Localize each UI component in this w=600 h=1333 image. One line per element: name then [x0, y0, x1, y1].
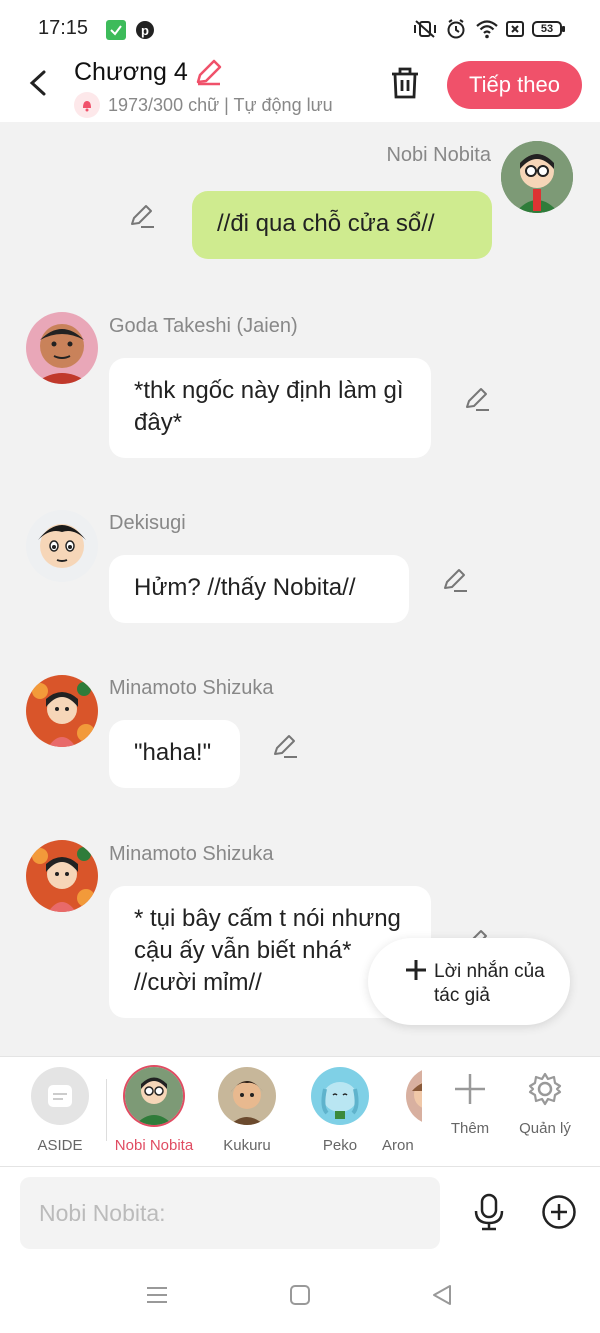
character-kukuru[interactable]: Kukuru	[207, 1067, 287, 1154]
home-icon[interactable]	[289, 1284, 311, 1311]
add-circle-icon	[542, 1195, 576, 1229]
dekisugi-avatar-icon	[26, 510, 98, 582]
avatar	[311, 1067, 369, 1125]
plus-icon	[404, 958, 428, 987]
microphone-button[interactable]	[470, 1193, 508, 1236]
message-bubble: Hửm? //thấy Nobita//	[109, 555, 409, 623]
character-name: Peko	[322, 1137, 358, 1154]
character-aside[interactable]: ASIDE	[20, 1067, 100, 1154]
chat-area: Nobi Nobita //đi qua chỗ cửa sổ// Goda T…	[0, 122, 600, 1054]
character-aron[interactable]: Aron	[382, 1067, 422, 1154]
aside-icon	[31, 1067, 89, 1125]
svg-text:p: p	[141, 23, 149, 38]
shizuka-avatar-icon	[26, 675, 98, 747]
add-label: Thêm	[450, 1120, 490, 1137]
microphone-icon	[474, 1193, 504, 1231]
trash-icon	[392, 67, 418, 99]
nobita-avatar-icon	[501, 141, 573, 213]
divider	[106, 1079, 107, 1141]
word-count-status: 1973/300 chữ | Tự động lưu	[74, 92, 333, 118]
character-name: ASIDE	[37, 1137, 83, 1154]
message-bubble: //đi qua chỗ cửa sổ//	[192, 191, 492, 259]
alarm-icon	[446, 19, 466, 44]
gear-icon	[528, 1072, 562, 1106]
sender-name: Goda Takeshi (Jaien)	[109, 315, 298, 337]
message-bubble: "haha!"	[109, 720, 240, 788]
avatar[interactable]	[26, 510, 98, 582]
back-triangle-icon[interactable]	[431, 1284, 453, 1311]
add-character-button[interactable]: Thêm	[435, 1071, 505, 1137]
avatar	[406, 1067, 422, 1125]
avatar[interactable]	[501, 141, 573, 213]
edit-title-icon[interactable]	[194, 58, 224, 93]
status-bar: 17:15 p 53	[0, 0, 600, 58]
system-nav-bar	[0, 1264, 600, 1333]
character-name: Kukuru	[223, 1137, 271, 1154]
menu-icon[interactable]	[146, 1284, 168, 1311]
author-note-button[interactable]: Lời nhắn của tác giả	[368, 938, 570, 1025]
bell-icon	[74, 92, 100, 118]
back-arrow-icon	[29, 70, 46, 96]
character-peko[interactable]: Peko	[300, 1067, 380, 1154]
chapter-header: Chương 4 1973/300 chữ | Tự động lưu Tiếp…	[0, 58, 600, 122]
character-name: Aron	[382, 1137, 414, 1154]
shizuka-avatar-icon	[26, 840, 98, 912]
message-bubble: *thk ngốc này định làm gì đây*	[109, 358, 431, 458]
sim-icon	[505, 19, 525, 44]
word-count-text: 1973/300 chữ | Tự động lưu	[108, 94, 333, 115]
chapter-title: Chương 4	[74, 58, 188, 86]
sender-name: Minamoto Shizuka	[109, 677, 274, 699]
app-notification-icon	[106, 20, 126, 45]
sender-name: Nobi Nobita	[386, 144, 491, 166]
jaien-avatar-icon	[26, 312, 98, 384]
message-input[interactable]	[20, 1177, 440, 1249]
wifi-icon	[476, 19, 498, 44]
avatar[interactable]	[26, 312, 98, 384]
vibrate-off-icon	[412, 19, 438, 44]
next-button[interactable]: Tiếp theo	[447, 61, 582, 109]
character-name: Nobi Nobita	[114, 1137, 194, 1154]
avatar[interactable]	[26, 840, 98, 912]
edit-message-icon[interactable]	[463, 385, 491, 413]
character-bar: ASIDE Nobi Nobita Kukuru Peko Aron Thêm …	[0, 1056, 600, 1166]
battery-indicator: 53	[532, 21, 565, 37]
add-button[interactable]	[541, 1194, 577, 1235]
plus-icon	[455, 1074, 485, 1104]
avatar	[125, 1067, 183, 1125]
character-nobita[interactable]: Nobi Nobita	[114, 1067, 194, 1154]
avatar[interactable]	[26, 675, 98, 747]
pinterest-icon: p	[135, 20, 155, 45]
input-bar	[0, 1166, 600, 1264]
manage-button[interactable]: Quản lý	[510, 1071, 580, 1137]
author-note-label: Lời nhắn của tác giả	[434, 961, 545, 1006]
status-time: 17:15	[38, 17, 89, 39]
edit-message-icon[interactable]	[441, 566, 469, 594]
sender-name: Minamoto Shizuka	[109, 843, 274, 865]
sender-name: Dekisugi	[109, 512, 186, 534]
edit-message-icon[interactable]	[128, 202, 156, 230]
avatar	[218, 1067, 276, 1125]
delete-button[interactable]	[386, 64, 424, 102]
edit-message-icon[interactable]	[271, 732, 299, 760]
manage-label: Quản lý	[519, 1120, 571, 1137]
back-button[interactable]	[22, 66, 56, 100]
